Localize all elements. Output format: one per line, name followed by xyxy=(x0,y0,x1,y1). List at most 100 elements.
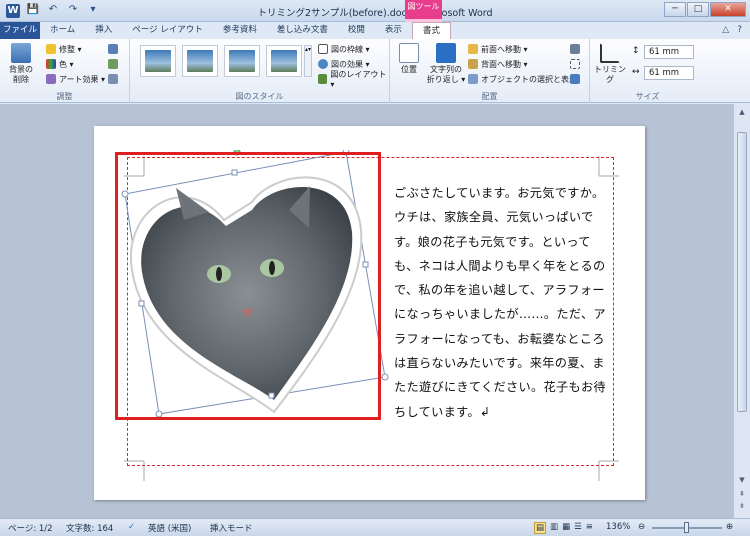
minimize-button[interactable]: ─ xyxy=(664,2,686,17)
full-screen-icon[interactable]: ▥ xyxy=(550,522,558,534)
wrap-text-icon xyxy=(436,43,456,63)
print-layout-icon[interactable]: ▤ xyxy=(534,522,547,534)
effects-icon xyxy=(318,59,328,69)
picture-border-button[interactable]: 図の枠線 ▾ xyxy=(318,43,370,55)
word-count[interactable]: 文字数: 164 xyxy=(66,522,113,534)
document-area: ごぶさたしています。お元気ですか。ウチは、家族全員、元気いっぱいです。娘の花子も… xyxy=(0,104,733,518)
vertical-scrollbar[interactable]: ▲ ▼ ⇞ ⇟ xyxy=(733,104,750,518)
group-arrange: 位置 文字列の 折り返し ▾ 前面へ移動 ▾ 背面へ移動 ▾ オブジェクトの選択… xyxy=(390,39,590,103)
group-objects-button[interactable] xyxy=(570,58,580,70)
tab-review[interactable]: 校閲 xyxy=(338,22,375,39)
color-icon xyxy=(46,59,56,69)
compress-icon xyxy=(108,44,118,54)
rotate-button[interactable] xyxy=(570,73,580,85)
title-bar: W 💾 ↶ ↷ ▾ トリミング2サンプル(before).docx - Micr… xyxy=(0,0,750,22)
wrap-text-button[interactable]: 文字列の 折り返し ▾ xyxy=(426,43,466,85)
document-page: ごぶさたしています。お元気ですか。ウチは、家族全員、元気いっぱいです。娘の花子も… xyxy=(94,126,645,500)
language[interactable]: 英語 (米国) xyxy=(148,522,191,534)
color-button[interactable]: 色 ▾ xyxy=(46,58,74,70)
reset-picture-button[interactable] xyxy=(108,73,118,85)
insert-mode[interactable]: 挿入モード xyxy=(210,522,253,534)
window-title: トリミング2サンプル(before).docx - Microsoft Word xyxy=(257,8,493,19)
tab-insert[interactable]: 挿入 xyxy=(85,22,122,39)
width-icon: ↔ xyxy=(632,67,640,77)
layout-icon xyxy=(318,74,328,84)
crop-highlight-box xyxy=(115,152,381,420)
proofing-icon[interactable]: ✓ xyxy=(128,522,135,532)
status-bar: ページ: 1/2 文字数: 164 ✓ 英語 (米国) 挿入モード ▤ ▥ ▦ … xyxy=(0,518,750,536)
web-layout-icon[interactable]: ▦ xyxy=(562,522,570,534)
width-input[interactable]: 61 mm xyxy=(644,66,694,80)
tab-mailings[interactable]: 差し込み文書 xyxy=(267,22,338,39)
prev-page-icon[interactable]: ⇞ xyxy=(737,490,747,498)
group-icon xyxy=(570,59,580,69)
document-body-text[interactable]: ごぶさたしています。お元気ですか。ウチは、家族全員、元気いっぱいです。娘の花子も… xyxy=(394,181,607,424)
align-button[interactable] xyxy=(570,43,580,55)
height-input[interactable]: 61 mm xyxy=(644,45,694,59)
zoom-out-icon[interactable]: ⊖ xyxy=(638,522,645,532)
ribbon: 背景の 削除 修整 ▾ 色 ▾ アート効果 ▾ 調整 ▴▾ 図の枠線 ▾ 図の効… xyxy=(0,39,750,103)
group-size: トリミング ↕ 61 mm ↔ 61 mm サイズ xyxy=(590,39,705,103)
group-adjust: 背景の 削除 修整 ▾ 色 ▾ アート効果 ▾ 調整 xyxy=(0,39,130,103)
zoom-slider-thumb[interactable] xyxy=(684,522,689,533)
view-buttons: ▤ ▥ ▦ ☰ ≡ xyxy=(534,522,593,534)
change-picture-button[interactable] xyxy=(108,58,118,70)
position-button[interactable]: 位置 xyxy=(394,43,424,75)
selection-pane-button[interactable]: オブジェクトの選択と表示 xyxy=(468,73,577,85)
crop-icon xyxy=(600,43,620,63)
artistic-effects-icon xyxy=(46,74,56,84)
tab-references[interactable]: 参考資料 xyxy=(213,22,267,39)
artistic-effects-button[interactable]: アート効果 ▾ xyxy=(46,73,105,85)
selection-pane-icon xyxy=(468,74,478,84)
picture-style-4[interactable] xyxy=(266,45,302,77)
scroll-thumb[interactable] xyxy=(737,132,747,412)
tab-page-layout[interactable]: ページ レイアウト xyxy=(122,22,213,39)
close-button[interactable]: ✕ xyxy=(710,2,746,17)
position-icon xyxy=(399,43,419,63)
minimize-ribbon-icon[interactable]: △ xyxy=(722,25,729,35)
group-label-adjust: 調整 xyxy=(56,92,73,101)
change-picture-icon xyxy=(108,59,118,69)
tabs-right-controls: △ ? xyxy=(722,25,742,35)
tab-format[interactable]: 書式 xyxy=(411,22,451,39)
draft-icon[interactable]: ≡ xyxy=(586,522,593,534)
crop-button[interactable]: トリミング xyxy=(594,43,626,85)
height-icon: ↕ xyxy=(632,46,640,56)
bring-forward-icon xyxy=(468,44,478,54)
styles-gallery-scroll[interactable]: ▴▾ xyxy=(304,45,312,77)
zoom-level[interactable]: 136% xyxy=(606,522,630,532)
send-backward-icon xyxy=(468,59,478,69)
send-backward-button[interactable]: 背面へ移動 ▾ xyxy=(468,58,528,70)
page-count[interactable]: ページ: 1/2 xyxy=(8,522,53,534)
picture-layout-button[interactable]: 図のレイアウト ▾ xyxy=(318,70,389,89)
window-controls: ─ □ ✕ xyxy=(664,2,746,17)
maximize-button[interactable]: □ xyxy=(687,2,709,17)
group-label-size: サイズ xyxy=(635,92,660,101)
scroll-down-icon[interactable]: ▼ xyxy=(737,476,747,484)
corrections-button[interactable]: 修整 ▾ xyxy=(46,43,82,55)
reset-picture-icon xyxy=(108,74,118,84)
remove-background-button[interactable]: 背景の 削除 xyxy=(4,43,38,85)
picture-style-3[interactable] xyxy=(224,45,260,77)
border-icon xyxy=(318,44,328,54)
group-label-arrange: 配置 xyxy=(481,92,498,101)
next-page-icon[interactable]: ⇟ xyxy=(737,502,747,510)
outline-icon[interactable]: ☰ xyxy=(574,522,582,534)
sun-icon xyxy=(46,44,56,54)
help-icon[interactable]: ? xyxy=(737,25,742,35)
compress-pictures-button[interactable] xyxy=(108,43,118,55)
group-picture-styles: ▴▾ 図の枠線 ▾ 図の効果 ▾ 図のレイアウト ▾ 図のスタイル xyxy=(130,39,390,103)
picture-style-2[interactable] xyxy=(182,45,218,77)
picture-style-1[interactable] xyxy=(140,45,176,77)
picture-tools-context-label: 図ツール xyxy=(405,0,442,22)
zoom-in-icon[interactable]: ⊕ xyxy=(726,522,733,532)
group-label-styles: 図のスタイル xyxy=(235,92,284,101)
tab-view[interactable]: 表示 xyxy=(375,22,412,39)
remove-background-icon xyxy=(11,43,31,63)
tab-home[interactable]: ホーム xyxy=(40,22,85,39)
rotate-icon xyxy=(570,74,580,84)
scroll-up-icon[interactable]: ▲ xyxy=(737,108,747,116)
tab-file[interactable]: ファイル xyxy=(0,22,40,39)
ribbon-tabs: ファイル ホーム 挿入 ページ レイアウト 参考資料 差し込み文書 校閲 表示 … xyxy=(0,22,750,39)
bring-forward-button[interactable]: 前面へ移動 ▾ xyxy=(468,43,528,55)
